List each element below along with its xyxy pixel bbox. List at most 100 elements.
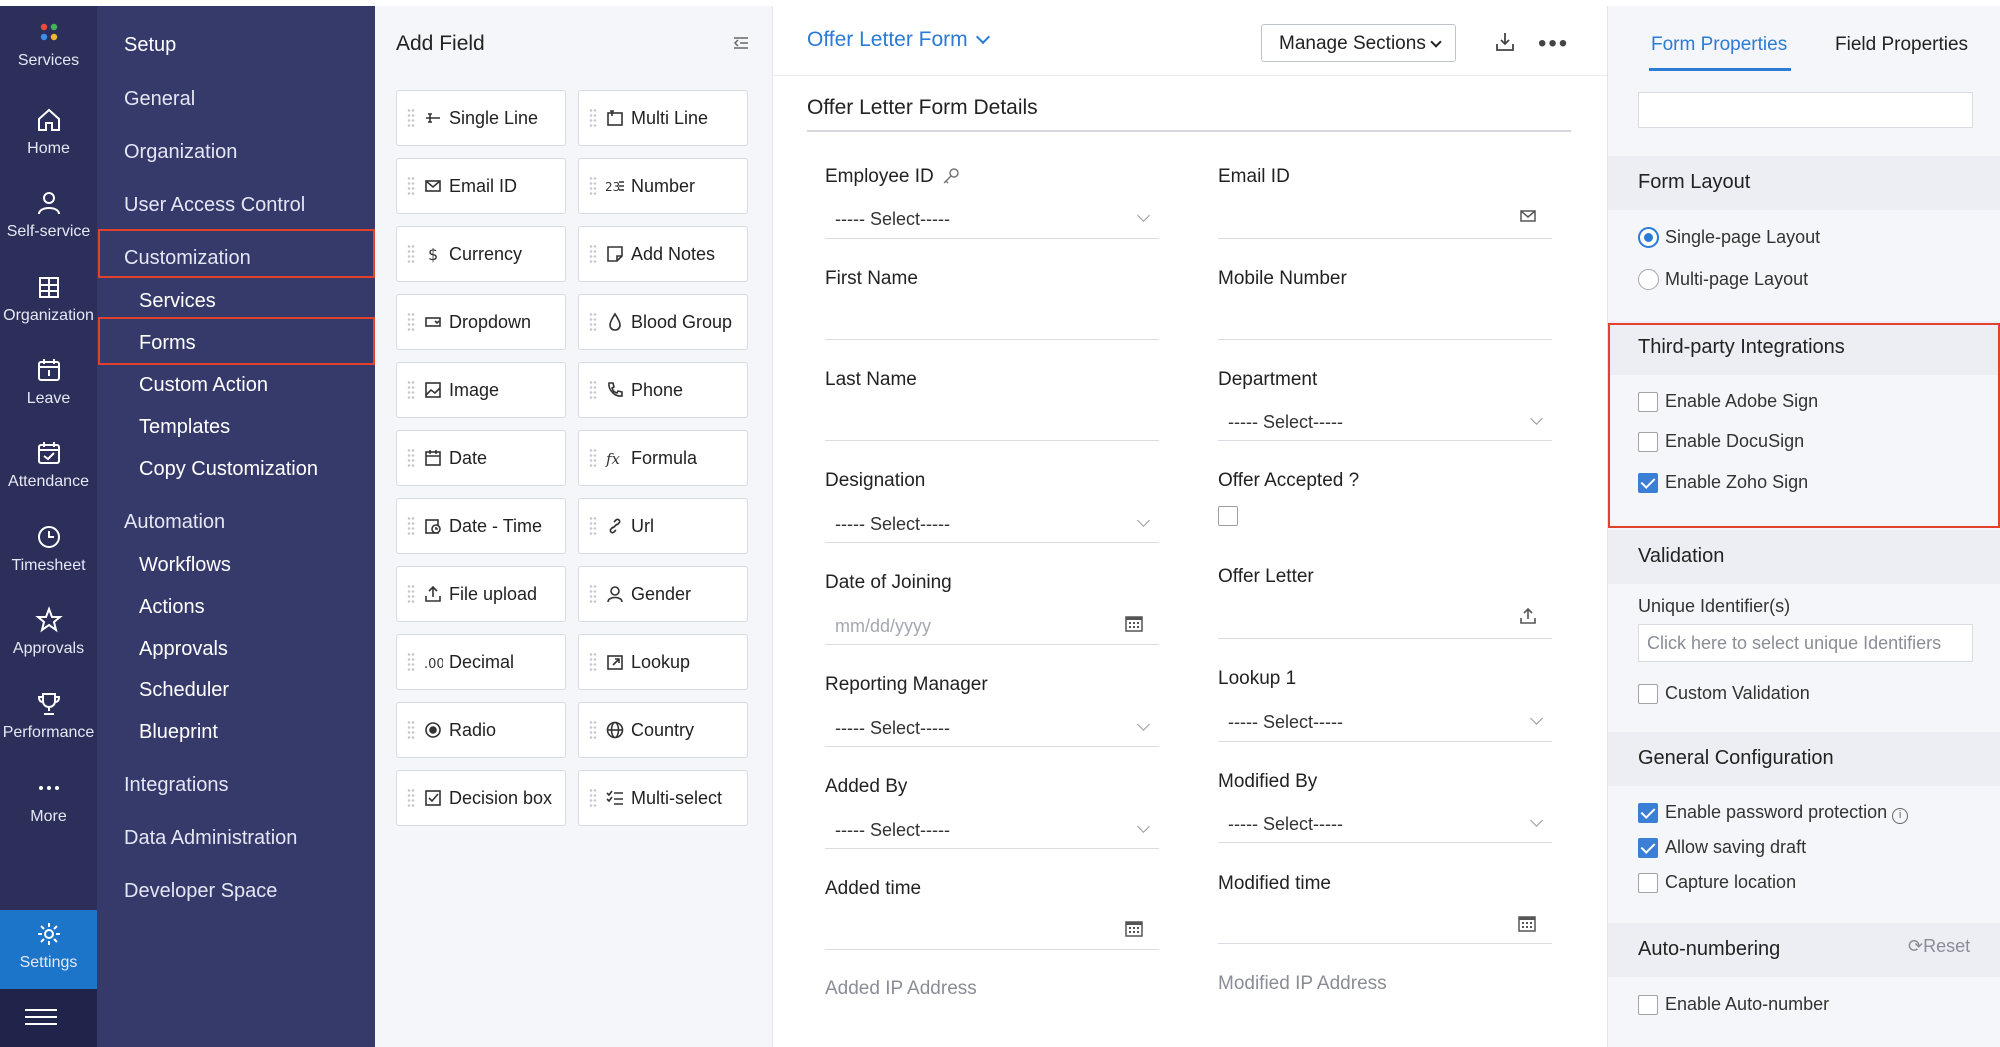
email-id-input[interactable] [1218,238,1552,239]
field-label: Dropdown [449,311,532,332]
field-country[interactable]: Country [578,702,748,758]
download-icon[interactable] [1493,30,1517,54]
menu-approvals[interactable]: Approvals [139,638,228,661]
tab-form-properties[interactable]: Form Properties [1651,34,1787,56]
menu-data-administration[interactable]: Data Administration [124,827,297,850]
capture-location-checkbox[interactable] [1638,873,1658,893]
field-image[interactable]: Image [396,362,566,418]
rail-leave[interactable]: Leave [0,356,97,408]
field-multi-line[interactable]: Multi Line [578,90,748,146]
calendar-icon[interactable] [1124,613,1144,633]
more-options-icon[interactable]: ••• [1538,30,1569,58]
single-page-label: Single-page Layout [1665,227,1821,247]
field-gender[interactable]: Gender [578,566,748,622]
field-lookup[interactable]: Lookup [578,634,748,690]
field-file-upload[interactable]: File upload [396,566,566,622]
field-number[interactable]: 23 Number [578,158,748,214]
description-textarea[interactable] [1638,92,1973,128]
menu-services[interactable]: Services [139,290,216,313]
offer-accepted-checkbox[interactable] [1218,506,1238,526]
menu-general[interactable]: General [124,88,195,111]
field-blood-group[interactable]: Blood Group [578,294,748,350]
tab-field-properties[interactable]: Field Properties [1835,34,1968,56]
rail-attendance[interactable]: Attendance [0,439,97,491]
single-page-radio[interactable] [1638,227,1659,248]
field-label: Decimal [449,651,515,672]
allow-draft-checkbox[interactable] [1638,838,1658,858]
password-protection-checkbox[interactable] [1638,803,1658,823]
rail-performance[interactable]: Performance [0,690,97,742]
last-name-input[interactable] [825,440,1159,441]
rail-label: Performance [2,724,95,741]
label-first-name: First Name [825,268,918,289]
form-name-selector[interactable]: Offer Letter Form [807,28,990,52]
field-phone[interactable]: Phone [578,362,748,418]
field-decision-box[interactable]: Decision box [396,770,566,826]
rail-label: Approvals [12,640,85,657]
modified-by-select[interactable]: ----- Select----- [1228,814,1343,835]
designation-select[interactable]: ----- Select----- [835,514,950,535]
rail-self-service[interactable]: Self-service [0,189,97,241]
field-multi-select[interactable]: Multi-select [578,770,748,826]
custom-validation-checkbox[interactable] [1638,684,1658,704]
unique-identifiers-input[interactable]: Click here to select unique Identifiers [1638,624,1973,662]
field-add-notes[interactable]: Add Notes [578,226,748,282]
form-name: Offer Letter Form [807,28,968,51]
multi-page-radio[interactable] [1638,269,1659,290]
field-radio[interactable]: Radio [396,702,566,758]
menu-developer-space[interactable]: Developer Space [124,880,277,903]
field-email-id[interactable]: Email ID [396,158,566,214]
field-date-time[interactable]: Date - Time [396,498,566,554]
field-formula[interactable]: fx Formula [578,430,748,486]
auto-number-checkbox[interactable] [1638,995,1658,1015]
label-reporting-manager: Reporting Manager [825,674,988,695]
chevron-down-icon [1530,712,1543,725]
calendar-icon[interactable] [1517,913,1537,933]
first-name-input[interactable] [825,339,1159,340]
calendar-icon[interactable] [1124,918,1144,938]
rail-timesheet[interactable]: Timesheet [0,523,97,575]
reporting-manager-select[interactable]: ----- Select----- [835,718,950,739]
lookup-1-select[interactable]: ----- Select----- [1228,712,1343,733]
field-underline [1218,638,1552,639]
manage-sections-button[interactable]: Manage Sections [1261,24,1456,62]
menu-organization[interactable]: Organization [124,141,237,164]
rail-more[interactable]: More [0,774,97,826]
menu-blueprint[interactable]: Blueprint [139,721,218,744]
field-label: Multi Line [631,107,709,128]
chevron-down-icon [1137,820,1150,833]
field-date[interactable]: Date [396,430,566,486]
department-select[interactable]: ----- Select----- [1228,412,1343,433]
menu-integrations[interactable]: Integrations [124,774,229,797]
rail-menu-toggle[interactable] [0,989,97,1047]
added-by-select[interactable]: ----- Select----- [835,820,950,841]
menu-scheduler[interactable]: Scheduler [139,679,229,702]
menu-user-access-control[interactable]: User Access Control [124,194,305,217]
rail-home[interactable]: Home [0,106,97,158]
field-currency[interactable]: $ Currency [396,226,566,282]
employee-id-select[interactable]: ----- Select----- [835,209,950,230]
rail-settings[interactable]: Settings [0,910,97,994]
attendance-icon [37,442,60,464]
menu-custom-action[interactable]: Custom Action [139,374,268,397]
field-decimal[interactable]: .00 Decimal [396,634,566,690]
menu-automation[interactable]: Automation [124,511,225,534]
menu-actions[interactable]: Actions [139,596,205,619]
rail-services[interactable]: Services [0,18,97,70]
rail-organization[interactable]: Organization [0,273,97,325]
info-icon[interactable]: i [1892,808,1909,824]
mobile-number-input[interactable] [1218,339,1552,340]
home-icon [37,108,60,131]
reset-button[interactable]: ⟳Reset [1908,936,1970,957]
field-dropdown[interactable]: Dropdown [396,294,566,350]
field-url[interactable]: Url [578,498,748,554]
menu-templates[interactable]: Templates [139,416,230,439]
menu-copy-customization[interactable]: Copy Customization [139,458,318,481]
label-offer-letter: Offer Letter [1218,566,1314,587]
field-single-line[interactable]: Single Line [396,90,566,146]
menu-workflows[interactable]: Workflows [139,554,231,577]
upload-icon[interactable] [1518,606,1538,626]
collapse-panel-icon[interactable] [732,34,750,52]
rail-approvals[interactable]: Approvals [0,606,97,658]
date-of-joining-input[interactable]: mm/dd/yyyy [835,616,931,637]
